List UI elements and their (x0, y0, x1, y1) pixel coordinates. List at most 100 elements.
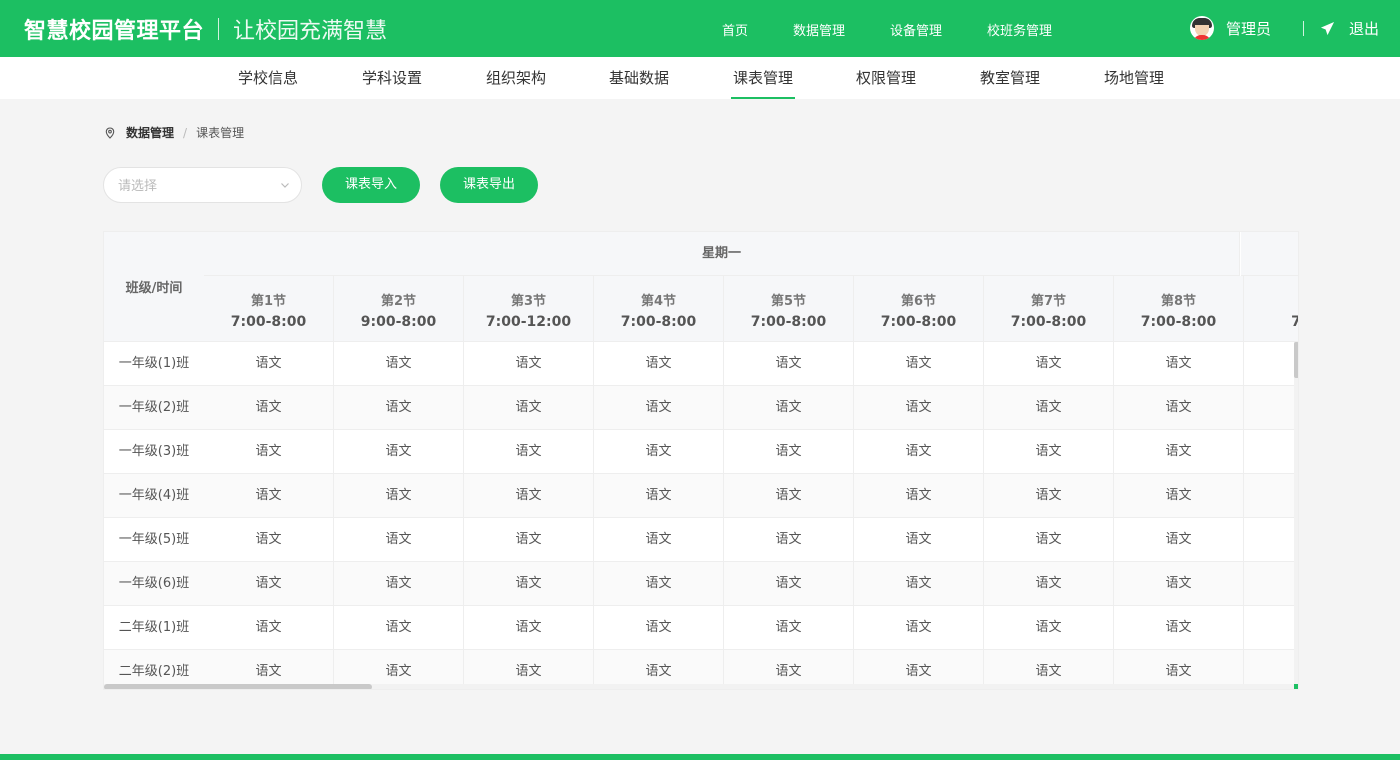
top-header: 智慧校园管理平台 让校园充满智慧 首页 数据管理 设备管理 校班务管理 管理员 … (0, 0, 1400, 57)
subnav-permissions[interactable]: 权限管理 (854, 57, 918, 99)
top-nav-home[interactable]: 首页 (722, 20, 748, 39)
class-column: 班级/时间 一年级(1)班 一年级(2)班 一年级(3)班 一年级(4)班 一年级(5)… (104, 232, 204, 689)
table-cell[interactable]: 语文 (204, 430, 334, 474)
table-cell[interactable]: 语文 (854, 518, 984, 562)
table-cell[interactable]: 语文 (1114, 562, 1244, 606)
table-cell[interactable]: 语文 (724, 430, 854, 474)
table-cell[interactable]: 语文 (854, 342, 984, 386)
timetable: 星期一 第1节 7:00-8:00 第2节 9:00-8:00 第3节 7:00-12:00… (103, 231, 1299, 690)
table-cell[interactable]: 语文 (204, 342, 334, 386)
table-cell[interactable]: 语 (1244, 562, 1298, 606)
top-nav-device-management[interactable]: 设备管理 (890, 20, 942, 39)
table-cell[interactable]: 语文 (984, 562, 1114, 606)
table-cell[interactable]: 语文 (724, 342, 854, 386)
table-cell[interactable]: 语 (1244, 606, 1298, 650)
table-cell[interactable]: 语文 (204, 518, 334, 562)
table-cell[interactable]: 语 (1244, 386, 1298, 430)
table-cell[interactable]: 语 (1244, 518, 1298, 562)
subnav-venues[interactable]: 场地管理 (1102, 57, 1166, 99)
table-cell[interactable]: 语 (1244, 342, 1298, 386)
subnav-classrooms[interactable]: 教室管理 (978, 57, 1042, 99)
breadcrumb-separator: / (183, 125, 188, 140)
period-header: 第1节 7:00-8:00 (204, 276, 334, 342)
table-cell[interactable]: 语文 (464, 430, 594, 474)
table-cell[interactable]: 语文 (984, 606, 1114, 650)
table-cell[interactable]: 语文 (724, 562, 854, 606)
table-cell[interactable]: 语文 (984, 386, 1114, 430)
table-cell[interactable]: 语文 (594, 606, 724, 650)
period-header: 第3节 7:00-12:00 (464, 276, 594, 342)
top-nav-data-management[interactable]: 数据管理 (793, 20, 845, 39)
table-cell[interactable]: 语 (1244, 474, 1298, 518)
user-menu[interactable]: 管理员 (1190, 16, 1271, 40)
table-cell[interactable]: 语文 (334, 474, 464, 518)
table-cell[interactable]: 语文 (204, 386, 334, 430)
table-cell[interactable]: 语文 (1114, 342, 1244, 386)
table-cell[interactable]: 语文 (204, 474, 334, 518)
table-cell[interactable]: 语文 (594, 474, 724, 518)
top-nav-class-affairs[interactable]: 校班务管理 (987, 20, 1052, 39)
subnav-org-structure[interactable]: 组织架构 (484, 57, 548, 99)
table-cell[interactable]: 语文 (594, 562, 724, 606)
table-cell[interactable]: 语文 (594, 518, 724, 562)
table-cell[interactable]: 语文 (334, 606, 464, 650)
export-timetable-button[interactable]: 课表导出 (440, 167, 538, 203)
logout-button[interactable]: 退出 (1320, 18, 1379, 39)
table-cell[interactable]: 语 (1244, 430, 1298, 474)
period-name: 第7节 (1030, 294, 1067, 309)
period-header: 第5节 7:00-8:00 (724, 276, 854, 342)
period-time: 7:00-8:00 (1140, 314, 1217, 330)
table-cell[interactable]: 语文 (724, 606, 854, 650)
table-cell[interactable]: 语文 (1114, 606, 1244, 650)
class-select-input[interactable] (118, 177, 268, 193)
subnav-subject-settings[interactable]: 学科设置 (360, 57, 424, 99)
table-cell[interactable]: 语文 (854, 606, 984, 650)
horizontal-scrollbar[interactable] (104, 684, 1298, 689)
table-cell[interactable]: 语文 (1114, 518, 1244, 562)
breadcrumb-parent[interactable]: 数据管理 (126, 124, 174, 141)
table-cell[interactable]: 语文 (854, 386, 984, 430)
vertical-scrollbar[interactable] (1294, 342, 1298, 684)
avatar (1190, 16, 1214, 40)
table-cell[interactable]: 语文 (854, 474, 984, 518)
table-cell[interactable]: 语文 (334, 562, 464, 606)
table-cell[interactable]: 语文 (464, 606, 594, 650)
table-cell[interactable]: 语文 (464, 518, 594, 562)
horizontal-scroll-thumb[interactable] (104, 684, 372, 689)
subnav-school-info[interactable]: 学校信息 (236, 57, 300, 99)
table-cell[interactable]: 语文 (334, 430, 464, 474)
table-cell[interactable]: 语文 (854, 562, 984, 606)
table-cell[interactable]: 语文 (594, 342, 724, 386)
table-cell[interactable]: 语文 (724, 386, 854, 430)
table-cell[interactable]: 语文 (464, 386, 594, 430)
class-select[interactable] (103, 167, 302, 203)
table-cell[interactable]: 语文 (204, 562, 334, 606)
table-cell[interactable]: 语文 (334, 386, 464, 430)
table-cell[interactable]: 语文 (1114, 430, 1244, 474)
table-cell[interactable]: 语文 (724, 518, 854, 562)
table-cell[interactable]: 语文 (984, 430, 1114, 474)
period-name: 第6节 (900, 294, 937, 309)
table-cell[interactable]: 语文 (854, 430, 984, 474)
table-cell[interactable]: 语文 (594, 386, 724, 430)
table-cell[interactable]: 语文 (984, 474, 1114, 518)
import-timetable-button[interactable]: 课表导入 (322, 167, 420, 203)
sub-nav: 学校信息 学科设置 组织架构 基础数据 课表管理 权限管理 教室管理 场地管理 (0, 57, 1400, 99)
table-cell[interactable]: 语文 (464, 474, 594, 518)
subnav-basic-data[interactable]: 基础数据 (607, 57, 671, 99)
top-nav: 首页 数据管理 设备管理 校班务管理 (722, 20, 1097, 39)
table-cell[interactable]: 语文 (984, 342, 1114, 386)
table-cell[interactable]: 语文 (594, 430, 724, 474)
table-cell[interactable]: 语文 (1114, 386, 1244, 430)
table-cell[interactable]: 语文 (464, 562, 594, 606)
table-cell[interactable]: 语文 (334, 518, 464, 562)
class-name: 一年级(4)班 (104, 474, 204, 518)
table-cell[interactable]: 语文 (724, 474, 854, 518)
subnav-timetable[interactable]: 课表管理 (731, 57, 795, 99)
table-cell[interactable]: 语文 (1114, 474, 1244, 518)
table-cell[interactable]: 语文 (464, 342, 594, 386)
table-cell[interactable]: 语文 (984, 518, 1114, 562)
table-cell[interactable]: 语文 (204, 606, 334, 650)
vertical-scroll-thumb[interactable] (1294, 342, 1298, 378)
table-cell[interactable]: 语文 (334, 342, 464, 386)
